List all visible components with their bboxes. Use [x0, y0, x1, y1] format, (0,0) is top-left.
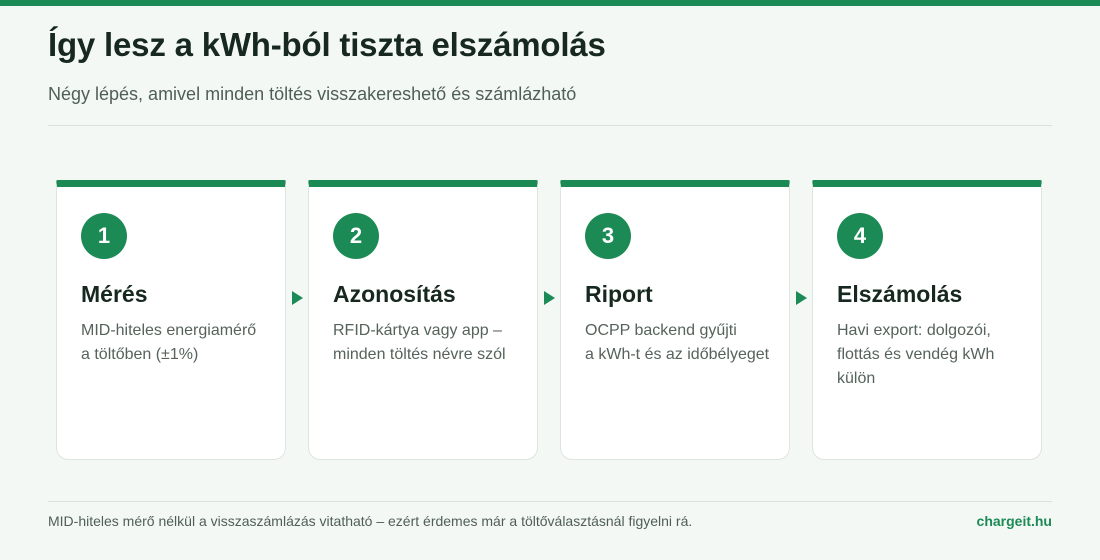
- step-number-badge: 2: [333, 213, 379, 259]
- header-divider: [48, 125, 1052, 126]
- step-card-riport: 3 Riport OCPP backend gyűjti a kWh-t és …: [560, 180, 790, 460]
- step-description: MID-hiteles energiamérő a töltőben (±1%): [81, 322, 257, 363]
- step-description: OCPP backend gyűjti a kWh-t és az időbél…: [585, 322, 770, 363]
- step-title: Riport: [585, 281, 653, 307]
- page-subtitle: Négy lépés, amivel minden töltés visszak…: [48, 84, 577, 104]
- step-title: Azonosítás: [333, 281, 456, 307]
- step-description: RFID-kártya vagy app – minden töltés név…: [333, 322, 506, 363]
- page-title: Így lesz a kWh-ból tiszta elszámolás: [48, 26, 606, 63]
- step-title: Mérés: [81, 281, 148, 307]
- arrow-right-icon: [544, 291, 555, 305]
- step-title: Elszámolás: [837, 281, 963, 307]
- step-card-azonositas: 2 Azonosítás RFID-kártya vagy app – mind…: [308, 180, 538, 460]
- arrow-right-icon: [292, 291, 303, 305]
- top-accent-bar: [0, 0, 1100, 6]
- footer-divider: [48, 501, 1052, 502]
- step-card-meres: 1 Mérés MID-hiteles energiamérő a töltőb…: [56, 180, 286, 460]
- step-card-elszamolas: 4 Elszámolás Havi export: dolgozói, flot…: [812, 180, 1042, 460]
- footer-note: MID-hiteles mérő nélkül a visszaszámlázá…: [48, 513, 693, 529]
- step-number-badge: 1: [81, 213, 127, 259]
- brand-link[interactable]: chargeit.hu: [977, 513, 1052, 529]
- step-description: Havi export: dolgozói, flottás és vendég…: [837, 322, 995, 387]
- step-number-badge: 3: [585, 213, 631, 259]
- arrow-right-icon: [796, 291, 807, 305]
- step-number-badge: 4: [837, 213, 883, 259]
